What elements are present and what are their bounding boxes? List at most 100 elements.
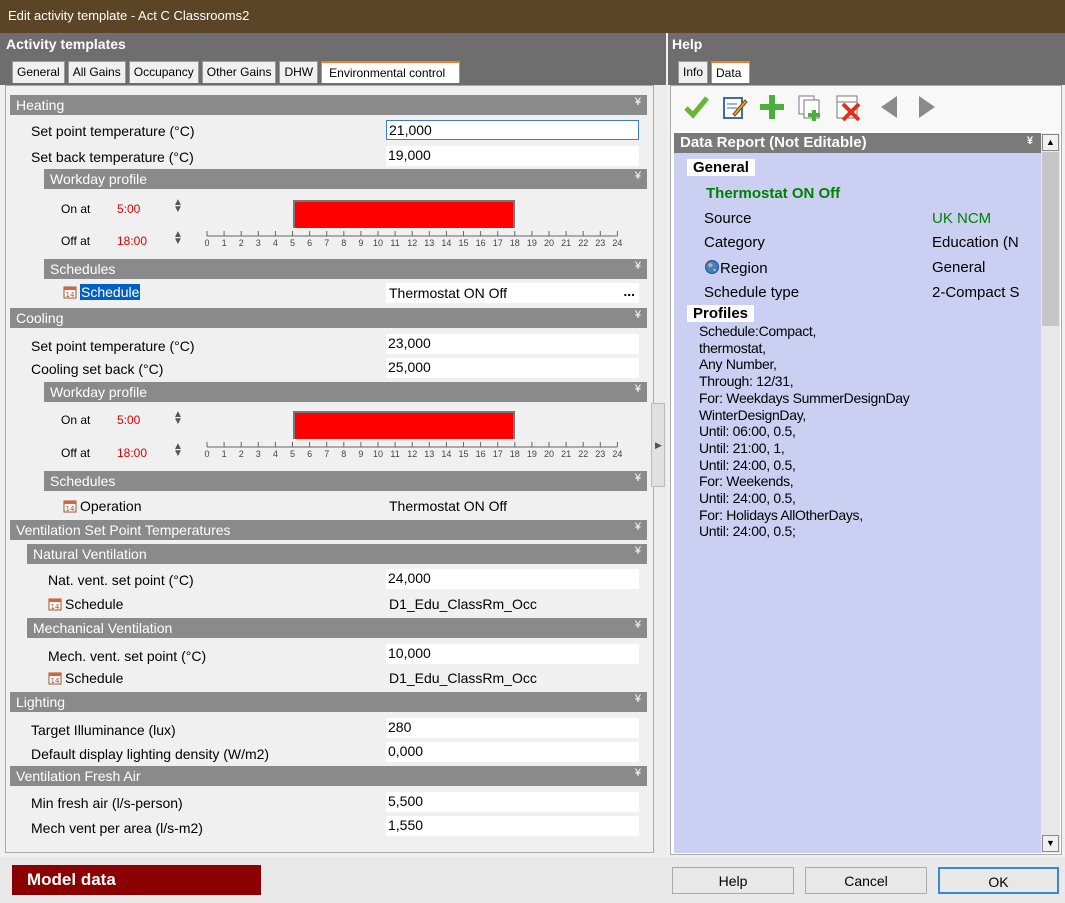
off-time-spinner-icon[interactable]: ▲ ▼ [173,442,183,459]
ruler-tick-label: 23 [595,238,605,248]
cooling-section-header[interactable]: Cooling ¥ [10,308,647,328]
ok-button[interactable]: OK [938,867,1059,894]
tab-all-gains[interactable]: All Gains [67,61,126,83]
ruler-tick-label: 6 [307,449,312,459]
add-icon[interactable] [757,92,787,122]
heating-schedule-value: Thermostat ON Off [389,285,507,301]
ruler-tick-label: 7 [324,449,329,459]
off-time-spinner-icon[interactable]: ▲ ▼ [173,230,183,247]
nat-vent-set-point-field[interactable]: 24,000 [386,569,639,589]
ruler-tick-label: 23 [595,449,605,459]
report-scrollbar[interactable]: ▲ ▼ [1041,133,1060,853]
ruler-tick-label: 3 [256,238,261,248]
mech-vent-schedule-field[interactable]: D1_Edu_ClassRm_Occ [386,668,639,688]
profiles-heading: Profiles [687,305,755,322]
help-header: Help Info Data [668,33,1065,85]
heating-on-time[interactable]: 5:00 [117,202,140,216]
ventilation-sp-title: Ventilation Set Point Temperatures [16,522,231,538]
mechanical-ventilation-header[interactable]: Mechanical Ventilation ¥ [27,618,647,638]
ruler-tick-label: 10 [373,449,383,459]
natural-ventilation-title: Natural Ventilation [33,546,147,562]
heating-on-period-bar[interactable] [292,200,515,228]
cooling-set-back-field[interactable]: 25,000 [386,358,639,378]
edit-icon[interactable] [719,92,749,122]
data-report-header[interactable]: Data Report (Not Editable) ¥ [674,133,1041,153]
mech-vent-set-point-label: Mech. vent. set point (°C) [48,648,207,664]
scroll-up-icon[interactable]: ▲ [1042,134,1059,151]
check-icon[interactable] [681,92,711,122]
tab-data[interactable]: Data [711,61,751,83]
schedule-name: Thermostat ON Off [706,185,841,202]
heating-title: Heating [16,97,65,113]
copy-add-icon[interactable] [795,92,825,122]
lighting-section-header[interactable]: Lighting ¥ [10,692,647,712]
heating-section-header[interactable]: Heating ¥ [10,95,647,115]
cooling-workday-profile-header[interactable]: Workday profile ¥ [44,382,647,402]
tab-environmental-control[interactable]: Environmental control [321,61,461,83]
ruler-tick-label: 11 [390,238,399,248]
min-fresh-air-field[interactable]: 5,500 [386,792,639,812]
heating-set-point-field[interactable]: 21,000 [386,120,639,140]
profile-line: For: Weekdays SummerDesignDay [699,389,910,406]
tab-general[interactable]: General [12,61,65,83]
on-time-spinner-icon[interactable]: ▲ ▼ [173,410,183,427]
cooling-on-period-bar[interactable] [292,411,515,439]
collapse-icon: ¥ [634,170,641,182]
scroll-down-icon[interactable]: ▼ [1042,835,1059,852]
heating-off-time[interactable]: 18:00 [117,234,147,248]
natural-ventilation-header[interactable]: Natural Ventilation ¥ [27,544,647,564]
calendar-icon: 14 [63,500,77,513]
schedule-type-label: Schedule type [704,284,800,301]
tab-dhw[interactable]: DHW [279,61,319,83]
data-toolbar [671,86,1061,131]
next-icon[interactable] [911,92,941,122]
lighting-density-label: Default display lighting density (W/m2) [31,746,270,762]
scroll-thumb[interactable] [1042,152,1059,326]
cancel-button[interactable]: Cancel [805,867,927,894]
ruler-tick-label: 18 [510,238,520,248]
collapse-icon: ¥ [634,693,641,705]
target-illuminance-field[interactable]: 280 [386,718,639,738]
heating-schedule-field[interactable]: Thermostat ON Off... [386,283,639,303]
heating-set-back-field[interactable]: 19,000 [386,146,639,166]
splitter-expand-icon[interactable]: ▶ [651,403,665,487]
operation-field[interactable]: Thermostat ON Off [386,496,639,516]
tab-occupancy[interactable]: Occupancy [128,61,199,83]
model-data-button[interactable]: Model data [12,865,261,895]
help-button[interactable]: Help [672,867,794,894]
tab-info[interactable]: Info [678,61,709,83]
ventilation-fresh-air-section-header[interactable]: Ventilation Fresh Air ¥ [10,766,647,786]
ventilation-set-point-section-header[interactable]: Ventilation Set Point Temperatures ¥ [10,520,647,540]
cooling-set-point-field[interactable]: 23,000 [386,334,639,354]
ruler-tick-label: 15 [458,449,468,459]
ruler-tick-label: 16 [476,449,486,459]
browse-button[interactable]: ... [623,283,635,299]
lighting-density-field[interactable]: 0,000 [386,742,639,762]
source-value: UK NCM [932,210,992,227]
ruler-tick-label: 10 [373,238,383,248]
mech-vent-per-area-field[interactable]: 1,550 [386,816,639,836]
prev-icon[interactable] [875,92,905,122]
nat-vent-schedule-field[interactable]: D1_Edu_ClassRm_Occ [386,594,639,614]
cooling-schedules-header[interactable]: Schedules ¥ [44,471,647,491]
heating-schedules-header[interactable]: Schedules ¥ [44,259,647,279]
profile-line: Until: 24:00, 0.5, [699,490,796,507]
svg-text:14: 14 [51,677,60,685]
on-at-label: On at [61,413,91,427]
tab-other-gains[interactable]: Other Gains [201,61,277,83]
profile-line: For: Weekends, [699,473,794,490]
collapse-icon: ¥ [634,521,641,533]
help-data-panel: Data Report (Not Editable) ¥ General Ther… [670,85,1062,855]
on-time-spinner-icon[interactable]: ▲ ▼ [173,198,183,215]
heating-workday-profile-header[interactable]: Workday profile ¥ [44,169,647,189]
mech-vent-set-point-field[interactable]: 10,000 [386,644,639,664]
ruler-tick-label: 0 [204,449,209,459]
svg-text:14: 14 [66,505,75,513]
on-at-label: On at [61,202,91,216]
collapse-icon: ¥ [634,96,641,108]
operation-label: 14 Operation [63,498,141,514]
delete-icon[interactable] [833,92,863,122]
cooling-off-time[interactable]: 18:00 [117,446,147,460]
collapse-icon: ¥ [634,309,641,321]
cooling-on-time[interactable]: 5:00 [117,413,140,427]
